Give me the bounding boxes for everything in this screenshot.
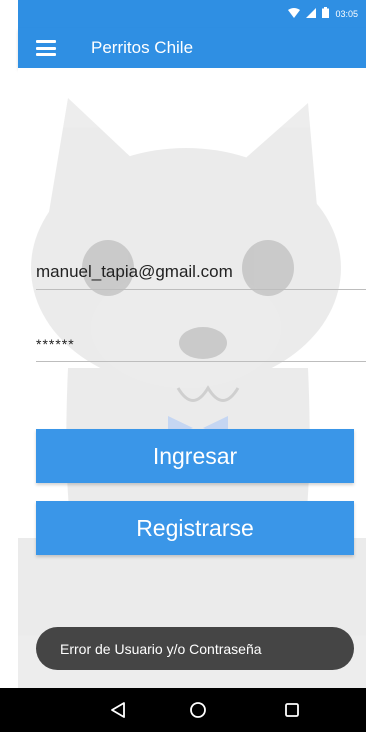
app-screen: 03:05 Perritos Chile manuel_tapia@gmail.… (0, 0, 366, 732)
register-button[interactable]: Registrarse (36, 501, 354, 555)
battery-icon (322, 5, 330, 23)
email-field[interactable]: manuel_tapia@gmail.com (36, 261, 366, 290)
email-underline (36, 289, 366, 290)
home-icon[interactable] (168, 688, 228, 732)
password-value: ****** (36, 336, 75, 352)
login-content: manuel_tapia@gmail.com ****** Ingresar R… (18, 68, 366, 688)
back-icon[interactable] (88, 688, 148, 732)
wifi-icon (288, 5, 301, 23)
status-bar: 03:05 (18, 0, 366, 28)
recents-icon[interactable] (262, 688, 322, 732)
signal-icon (306, 5, 317, 23)
password-underline (36, 361, 366, 362)
dog-background-illustration (18, 98, 366, 688)
status-time: 03:05 (335, 9, 358, 19)
password-field[interactable]: ****** (36, 333, 366, 362)
status-icons: 03:05 (288, 0, 358, 28)
error-toast: Error de Usuario y/o Contraseña (36, 627, 354, 670)
app-title: Perritos Chile (91, 38, 194, 57)
app-toolbar: Perritos Chile (18, 28, 366, 68)
login-button[interactable]: Ingresar (36, 429, 354, 483)
menu-icon[interactable] (36, 40, 56, 56)
navigation-bar (0, 688, 366, 732)
email-value: manuel_tapia@gmail.com (36, 262, 233, 281)
